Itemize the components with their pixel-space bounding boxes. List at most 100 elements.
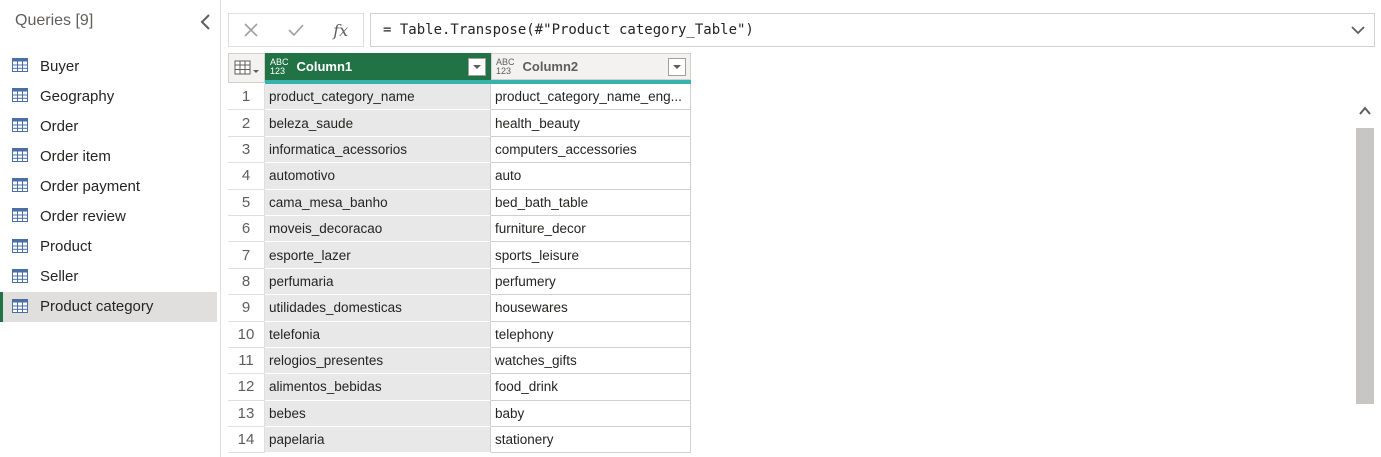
table-cell[interactable]: perfumery <box>491 268 691 296</box>
table-cell[interactable]: housewares <box>491 295 691 322</box>
table-cell[interactable]: perfumaria <box>265 268 491 296</box>
table-icon <box>12 238 28 253</box>
table-row: 3 informatica_acessorios computers_acces… <box>228 136 691 164</box>
query-item-seller[interactable]: Seller <box>0 262 221 292</box>
row-number[interactable]: 13 <box>228 400 265 428</box>
table-cell[interactable]: telephony <box>491 321 691 348</box>
any-type-icon[interactable]: ABC 123 <box>270 57 289 76</box>
table-body: 1 product_category_name product_category… <box>228 84 691 454</box>
chevron-left-icon <box>200 14 210 30</box>
column-header-column1[interactable]: ABC 123 Column1 <box>265 53 491 80</box>
table-row: 7 esporte_lazer sports_leisure <box>228 242 691 269</box>
table-cell[interactable]: automotivo <box>265 163 491 190</box>
filter-button[interactable] <box>668 57 686 76</box>
row-number[interactable]: 10 <box>228 321 265 348</box>
queries-pane: Queries [9] Buyer Geography Order Order … <box>0 0 221 457</box>
check-icon <box>288 24 304 37</box>
table-cell[interactable]: sports_leisure <box>491 242 691 269</box>
table-cell[interactable]: baby <box>491 400 691 428</box>
table-menu-icon <box>234 60 259 75</box>
table-row: 1 product_category_name product_category… <box>228 84 691 111</box>
query-item-geography[interactable]: Geography <box>0 81 221 111</box>
table-icon <box>12 88 28 103</box>
expand-formula-button[interactable] <box>1350 22 1366 38</box>
table-cell[interactable]: product_category_name_eng... <box>491 84 691 111</box>
row-number[interactable]: 5 <box>228 189 265 216</box>
row-number[interactable]: 1 <box>228 84 265 111</box>
table-cell[interactable]: health_beauty <box>491 110 691 137</box>
query-label: Product category <box>40 298 154 316</box>
filter-button[interactable] <box>468 57 486 76</box>
any-type-icon[interactable]: ABC 123 <box>496 57 515 76</box>
row-number[interactable]: 3 <box>228 136 265 164</box>
chevron-down-icon <box>1351 26 1365 35</box>
table-cell[interactable]: bed_bath_table <box>491 189 691 216</box>
row-number[interactable]: 8 <box>228 268 265 296</box>
table-cell[interactable]: esporte_lazer <box>265 242 491 269</box>
table-cell[interactable]: papelaria <box>265 427 491 454</box>
query-label: Order item <box>40 147 111 165</box>
header-row: ABC 123 Column1 ABC 123 Column2 <box>228 53 691 84</box>
row-number[interactable]: 2 <box>228 110 265 137</box>
column-header-column2[interactable]: ABC 123 Column2 <box>491 53 691 80</box>
row-number[interactable]: 14 <box>228 427 265 454</box>
table-cell[interactable]: computers_accessories <box>491 136 691 164</box>
table-row: 5 cama_mesa_banho bed_bath_table <box>228 189 691 216</box>
scroll-up-button[interactable] <box>1358 104 1372 118</box>
column-header-label: Column2 <box>522 59 579 74</box>
table-row: 12 alimentos_bebidas food_drink <box>228 374 691 401</box>
row-number[interactable]: 4 <box>228 163 265 190</box>
table-icon <box>12 298 28 313</box>
column-header-label: Column1 <box>296 59 353 74</box>
table-cell[interactable]: food_drink <box>491 374 691 401</box>
table-cell[interactable]: auto <box>491 163 691 190</box>
table-menu-button[interactable] <box>228 53 265 83</box>
queries-header: Queries [9] <box>15 12 94 29</box>
query-item-product-category[interactable]: Product category <box>0 291 217 322</box>
table-cell[interactable]: telefonia <box>265 321 491 348</box>
table-cell[interactable]: watches_gifts <box>491 347 691 375</box>
query-item-order-review[interactable]: Order review <box>0 201 221 231</box>
collapse-pane-button[interactable] <box>198 12 214 32</box>
query-item-order-payment[interactable]: Order payment <box>0 171 221 201</box>
table-cell[interactable]: product_category_name <box>265 84 491 111</box>
chevron-up-icon <box>1359 106 1371 115</box>
table-row: 11 relogios_presentes watches_gifts <box>228 347 691 375</box>
table-cell[interactable]: cama_mesa_banho <box>265 189 491 216</box>
table-icon <box>12 208 28 223</box>
query-item-buyer[interactable]: Buyer <box>0 51 221 81</box>
row-number[interactable]: 6 <box>228 215 265 243</box>
cancel-formula-button[interactable] <box>229 14 274 46</box>
row-number[interactable]: 12 <box>228 374 265 401</box>
table-cell[interactable]: moveis_decoracao <box>265 215 491 243</box>
table-row: 13 bebes baby <box>228 400 691 428</box>
query-item-order[interactable]: Order <box>0 111 221 141</box>
query-list: Buyer Geography Order Order item Order p… <box>0 51 221 322</box>
table-cell[interactable]: bebes <box>265 400 491 428</box>
table-cell[interactable]: utilidades_domesticas <box>265 295 491 322</box>
table-cell[interactable]: furniture_decor <box>491 215 691 243</box>
table-cell[interactable]: alimentos_bebidas <box>265 374 491 401</box>
table-cell[interactable]: relogios_presentes <box>265 347 491 375</box>
row-number[interactable]: 11 <box>228 347 265 375</box>
scrollbar-thumb[interactable] <box>1356 128 1374 404</box>
table-row: 6 moveis_decoracao furniture_decor <box>228 215 691 243</box>
commit-formula-button[interactable] <box>274 14 319 46</box>
table-icon <box>12 178 28 193</box>
row-number[interactable]: 9 <box>228 295 265 322</box>
row-number[interactable]: 7 <box>228 242 265 269</box>
query-label: Buyer <box>40 57 80 75</box>
query-item-product[interactable]: Product <box>0 232 221 262</box>
table-cell[interactable]: beleza_saude <box>265 110 491 137</box>
table-cell[interactable]: stationery <box>491 427 691 454</box>
table-row: 14 papelaria stationery <box>228 427 691 454</box>
formula-bar-input[interactable]: = Table.Transpose(#"Product category_Tab… <box>370 13 1375 47</box>
query-label: Order payment <box>40 177 141 195</box>
query-label: Order <box>40 117 79 135</box>
insert-function-button[interactable]: fx <box>318 14 363 46</box>
query-item-order-item[interactable]: Order item <box>0 141 221 171</box>
table-row: 10 telefonia telephony <box>228 321 691 348</box>
vertical-scrollbar[interactable] <box>1356 96 1374 457</box>
table-cell[interactable]: informatica_acessorios <box>265 136 491 164</box>
query-label: Product <box>40 238 92 256</box>
